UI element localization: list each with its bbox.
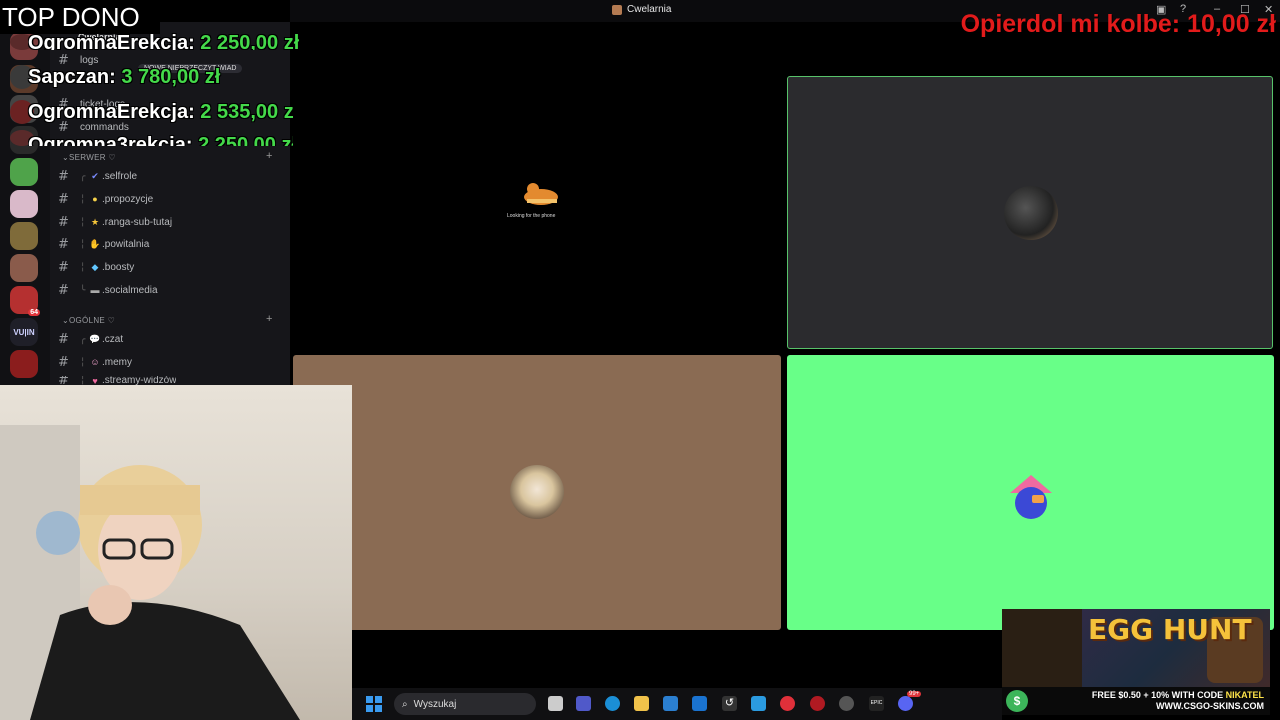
- category-ogolne[interactable]: ⌄OGÓLNE ♡: [62, 316, 115, 325]
- cat-gif: [524, 183, 558, 205]
- webcam-feed: [0, 385, 352, 720]
- channel-memy[interactable]: # ╎ ☺ .memy: [58, 354, 132, 370]
- top-dono-entry: OgromnaErekcja: 2 535,00 zł: [28, 101, 300, 123]
- arrow-app-icon[interactable]: ↺: [722, 696, 737, 711]
- app-icon[interactable]: [751, 696, 766, 711]
- hash-icon: #: [58, 376, 69, 385]
- user-avatar: [1004, 186, 1058, 240]
- search-placeholder: Wyszukaj: [413, 698, 457, 710]
- app-icon: [612, 4, 622, 15]
- top-dono-entry: OgromnaErekcja: 2 250,00 zł: [28, 32, 300, 50]
- add-channel-icon[interactable]: +: [266, 313, 272, 325]
- server-icon[interactable]: [10, 222, 38, 250]
- task-view-icon[interactable]: [548, 696, 563, 711]
- ad-promo-bar[interactable]: $ FREE $0.50 + 10% WITH CODE NIKATEL WWW…: [1002, 687, 1270, 715]
- channel-boosty[interactable]: # ╎ ◆ .boosty: [58, 259, 134, 275]
- start-icon[interactable]: [366, 696, 382, 712]
- ad-site: WWW.CSGO-SKINS.COM: [1156, 701, 1264, 711]
- add-channel-icon[interactable]: +: [266, 150, 272, 162]
- call-tile[interactable]: Looking for the phone: [293, 77, 781, 349]
- hash-icon: #: [58, 236, 69, 252]
- notification-badge: 99+: [907, 691, 922, 697]
- top-dono-header: TOP DONO: [0, 0, 160, 34]
- star-icon: ★: [90, 216, 100, 227]
- edge-icon[interactable]: [605, 696, 620, 711]
- smile-icon: ☺: [90, 357, 100, 367]
- speech-icon: 💬: [89, 333, 101, 344]
- hash-icon: #: [58, 282, 69, 298]
- bulb-icon: ●: [92, 194, 98, 204]
- opera-icon[interactable]: [780, 696, 795, 711]
- taskbar-search[interactable]: ⌕ Wyszukaj: [394, 693, 536, 715]
- hash-icon: #: [58, 331, 69, 347]
- hash-icon: #: [58, 191, 69, 207]
- latest-donation: Opierdol mi kolbe: 10,00 zł: [960, 10, 1276, 38]
- window-title-text: Cwelarnia: [627, 4, 672, 15]
- hash-icon: #: [58, 214, 69, 230]
- heart-icon: ♥: [92, 376, 98, 385]
- channel-socialmedia[interactable]: # ╰ ▬ .socialmedia: [58, 282, 158, 298]
- epic-games-icon[interactable]: EPIC: [869, 696, 884, 711]
- call-tile[interactable]: [787, 355, 1274, 630]
- file-explorer-icon[interactable]: [634, 696, 649, 711]
- hash-icon: #: [58, 168, 69, 184]
- outlook-icon[interactable]: [692, 696, 707, 711]
- wave-icon: ✋: [89, 238, 101, 249]
- window-title: Cwelarnia: [612, 4, 671, 15]
- ad-banner[interactable]: EGG HUNT: [1002, 609, 1270, 687]
- ad-title: EGG HUNT: [1088, 613, 1252, 646]
- server-icon[interactable]: [10, 190, 38, 218]
- top-dono-entry: Ogromna3rekcja: 2 250,00 zł: [28, 134, 298, 146]
- channel-czat[interactable]: # ╭ 💬 .czat: [58, 331, 123, 347]
- server-icon[interactable]: 64: [10, 286, 40, 316]
- server-icon-vujin[interactable]: VU|IN: [10, 318, 38, 346]
- dollar-icon: $: [1006, 690, 1028, 712]
- server-icon[interactable]: [10, 254, 38, 282]
- top-dono-entry: Sapczan: 3 780,00 zł: [28, 66, 221, 88]
- search-icon: ⌕: [402, 698, 408, 710]
- link-icon: ▬: [90, 285, 100, 295]
- channel-streamy-widzow[interactable]: # ╎ ♥ .streamy-widzów: [58, 376, 176, 385]
- call-tile[interactable]: [293, 355, 781, 630]
- hash-icon: #: [58, 354, 69, 370]
- channel-selfrole[interactable]: # ╭ ✔ .selfrole: [58, 168, 137, 184]
- user-avatar: [510, 465, 564, 519]
- opera-gx-icon[interactable]: [810, 696, 825, 711]
- gem-icon: ◆: [91, 261, 99, 272]
- channel-powitalnia[interactable]: # ╎ ✋ .powitalnia: [58, 236, 149, 252]
- channel-ranga-sub-tutaj[interactable]: # ╎ ★ .ranga-sub-tutaj: [58, 214, 172, 230]
- call-tile-speaking[interactable]: [787, 76, 1273, 349]
- server-icon[interactable]: [10, 158, 38, 186]
- teams-icon[interactable]: [576, 696, 591, 711]
- ad-scene: [1002, 609, 1082, 687]
- discord-icon[interactable]: [898, 696, 913, 711]
- mention-badge: 64: [28, 309, 40, 316]
- store-icon[interactable]: [663, 696, 678, 711]
- hash-icon: #: [58, 259, 69, 275]
- category-serwer[interactable]: ⌄SERWER ♡: [62, 153, 116, 162]
- server-icon[interactable]: [10, 350, 38, 378]
- check-icon: ✔: [91, 170, 99, 181]
- channel-propozycje[interactable]: # ╎ ● .propozycje: [58, 191, 153, 207]
- streamer-image: [0, 425, 300, 720]
- obs-icon[interactable]: [839, 696, 854, 711]
- user-avatar: [1010, 475, 1052, 519]
- tile-caption: Looking for the phone: [507, 213, 556, 219]
